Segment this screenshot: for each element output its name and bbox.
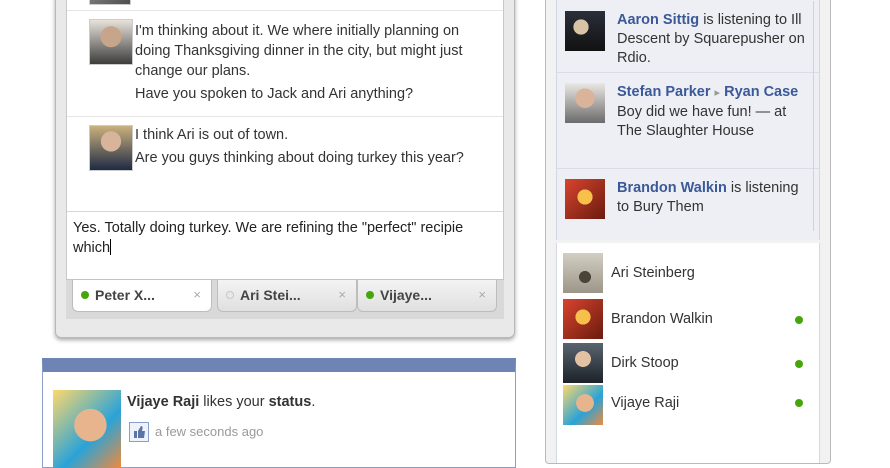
- avatar: [89, 125, 133, 171]
- message-group: I'm thinking about it. We where initiall…: [67, 11, 503, 117]
- chat-tab-bar: Peter X... × Ari Stei... × Vijaye... ×: [66, 279, 504, 319]
- notification-popup[interactable]: Vijaye Raji likes your status. a few sec…: [42, 358, 516, 468]
- avatar: [563, 343, 603, 383]
- avatar: [89, 19, 133, 65]
- friend-item[interactable]: Brandon Walkin: [557, 299, 819, 343]
- composer-text: Yes. Totally doing turkey. We are refini…: [73, 220, 464, 256]
- friend-name: Vijaye Raji: [611, 395, 680, 411]
- online-status-icon: [366, 291, 374, 299]
- friend-name: Dirk Stoop: [611, 355, 679, 371]
- notification-object[interactable]: status: [269, 394, 312, 410]
- notification-timestamp: a few seconds ago: [155, 424, 264, 439]
- ticker-story[interactable]: Stefan Parker ▸ Ryan Case Boy did we hav…: [557, 73, 819, 169]
- chat-conversation: I'm thinking about it. We where initiall…: [66, 0, 504, 293]
- message-text: I'm thinking about it. We where initiall…: [135, 23, 460, 39]
- close-icon[interactable]: ×: [193, 280, 201, 310]
- chat-tab-label: Ari Stei...: [240, 287, 301, 303]
- chat-window: I'm thinking about it. We where initiall…: [55, 0, 515, 338]
- avatar: [563, 253, 603, 293]
- friend-item[interactable]: Ari Steinberg: [557, 253, 819, 297]
- ticker-story-text: Aaron Sittig is listening to Ill Descent…: [617, 12, 805, 66]
- ticker-scrollbar[interactable]: [813, 1, 817, 231]
- notification-text: Vijaye Raji likes your status.: [127, 394, 316, 410]
- avatar: [563, 299, 603, 339]
- message-text: change our plans.: [135, 63, 251, 79]
- arrow-icon: ▸: [714, 87, 721, 99]
- ticker: Aaron Sittig is listening to Ill Descent…: [556, 0, 820, 240]
- avatar: [53, 390, 121, 468]
- chat-tab-vijaye[interactable]: Vijaye... ×: [357, 280, 497, 312]
- online-status-icon: [795, 399, 803, 407]
- offline-status-icon: [226, 291, 234, 299]
- chat-tab-label: Vijaye...: [380, 287, 432, 303]
- avatar: [565, 179, 605, 219]
- ticker-story[interactable]: Brandon Walkin is listening to Bury Them: [557, 169, 819, 239]
- message-text: Have you spoken to Jack and Ari anything…: [135, 86, 414, 102]
- friend-item[interactable]: Dirk Stoop: [557, 343, 819, 387]
- online-status-icon: [795, 316, 803, 324]
- chat-composer-input[interactable]: Yes. Totally doing turkey. We are refini…: [67, 211, 503, 279]
- friend-item[interactable]: Vijaye Raji: [557, 385, 819, 429]
- message-text: doing Thanksgiving dinner in the city, b…: [135, 43, 463, 59]
- friend-name: Ari Steinberg: [611, 265, 695, 281]
- avatar: [563, 385, 603, 425]
- message-divider: [67, 0, 503, 11]
- online-status-icon: [795, 360, 803, 368]
- like-icon: [129, 422, 149, 442]
- friend-name: Brandon Walkin: [611, 311, 713, 327]
- chat-tab-peter[interactable]: Peter X... ×: [72, 280, 212, 312]
- text-caret: [110, 239, 112, 255]
- ticker-story-text: Stefan Parker ▸ Ryan Case Boy did we hav…: [617, 84, 799, 139]
- online-friends-list: Ari Steinberg Brandon Walkin Dirk Stoop …: [556, 243, 820, 463]
- avatar: [565, 11, 605, 51]
- online-status-icon: [81, 291, 89, 299]
- close-icon[interactable]: ×: [478, 280, 486, 310]
- ticker-story-text: Brandon Walkin is listening to Bury Them: [617, 180, 799, 215]
- message-text: Are you guys thinking about doing turkey…: [135, 150, 464, 166]
- notification-actor[interactable]: Vijaye Raji: [127, 394, 199, 410]
- chat-tab-label: Peter X...: [95, 287, 155, 303]
- avatar: [565, 83, 605, 123]
- ticker-story[interactable]: Aaron Sittig is listening to Ill Descent…: [557, 1, 819, 73]
- message-group: I think Ari is out of town. Are you guys…: [67, 117, 503, 211]
- message-text: I think Ari is out of town.: [135, 127, 289, 143]
- close-icon[interactable]: ×: [338, 280, 346, 310]
- chat-sidebar: Aaron Sittig is listening to Ill Descent…: [545, 0, 831, 464]
- chat-tab-ari[interactable]: Ari Stei... ×: [217, 280, 357, 312]
